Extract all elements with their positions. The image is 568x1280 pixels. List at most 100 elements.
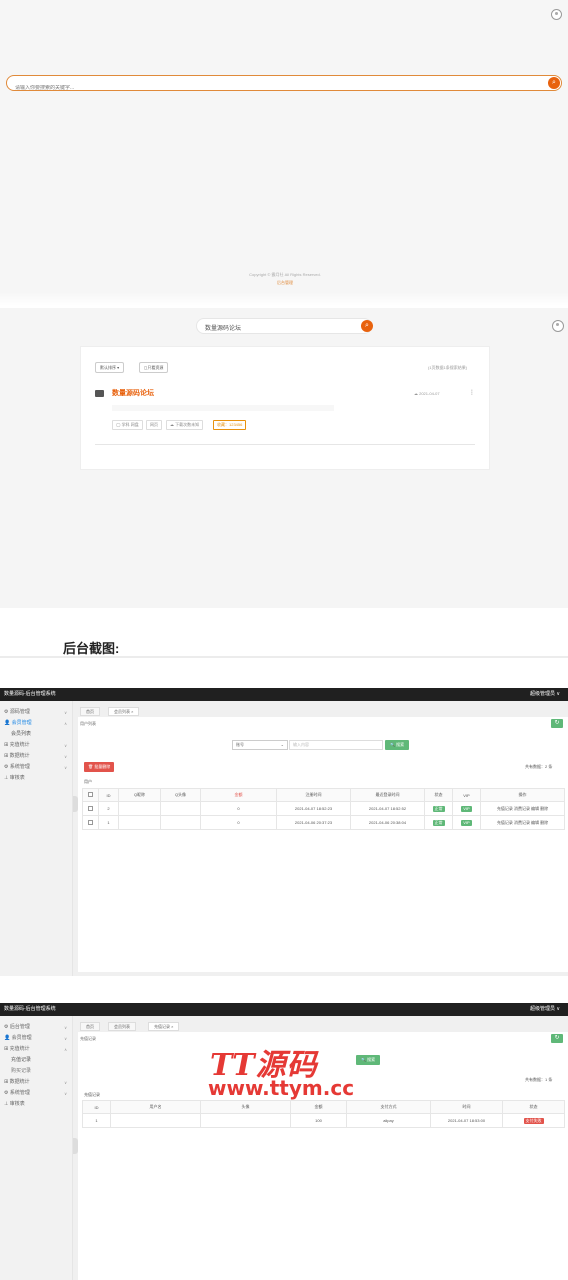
row-checkbox[interactable] bbox=[82, 815, 99, 830]
user-menu[interactable]: 超级管理员 ∨ bbox=[530, 1003, 560, 1016]
search-button[interactable]: 🔍 搜索 bbox=[356, 1055, 381, 1065]
cell-status: 支付失败 bbox=[502, 1113, 565, 1128]
search-button[interactable]: 🔍 搜索 bbox=[385, 740, 410, 750]
cell-avatar bbox=[160, 801, 201, 816]
table-header: ID Q昵称 Q头像 金额 注册时间 最近登录时间 状态 VIP 操作 bbox=[82, 788, 565, 802]
batch-delete-button[interactable]: 🗑 批量删除 bbox=[84, 762, 115, 772]
cell-ops[interactable]: 充值记录 消费记录 编辑 删除 bbox=[480, 815, 565, 830]
col-avatar: Q头像 bbox=[160, 788, 201, 802]
user-avatar-icon[interactable] bbox=[551, 9, 562, 20]
nav-recharge-records[interactable]: 充值记录 bbox=[0, 1055, 72, 1066]
total-count: 共有数据：2 条 bbox=[525, 764, 553, 769]
admin-sidebar: ⚙ 源码管理 ∨ 👤 会员管理 ∧ 会员列表 ⊞ 充值统计 ∨ ⊞ 数据统计 ∨ ⚙ 系… bbox=[0, 701, 73, 976]
nav-data-stats[interactable]: ⊞ 数据统计 ∨ bbox=[0, 751, 72, 762]
member-search-input[interactable]: 输入内容 bbox=[289, 740, 383, 750]
admin-title: 数量源码-后台管理系统 bbox=[4, 1006, 56, 1012]
tab-recharge-records[interactable]: 充值记录 × bbox=[148, 1022, 180, 1031]
table-row: 1 100 alipay 2021-04-07 18:53:00 支付失败 bbox=[82, 1113, 565, 1128]
table-header: ID 用户名 头像 金额 支付方式 时间 状态 bbox=[82, 1100, 565, 1114]
copyright-text: Copyright © 霸月社 All Rights Reserved. bbox=[249, 272, 321, 277]
cell-nick bbox=[118, 801, 161, 816]
results-search-bar[interactable]: 数量源码论坛 bbox=[196, 318, 372, 334]
nav-system-manage[interactable]: ⚙ 系统管理 ∨ bbox=[0, 762, 72, 773]
cell-time: 2021-04-07 18:53:00 bbox=[430, 1113, 503, 1128]
search-icon[interactable]: ⌕ bbox=[361, 320, 373, 332]
refresh-icon[interactable]: ↻ bbox=[551, 1034, 563, 1043]
tab-home[interactable]: 首页 bbox=[80, 707, 100, 716]
folder-icon bbox=[95, 390, 104, 397]
search-field-select[interactable]: 账号 ⌄ bbox=[232, 740, 288, 750]
admin-sidebar: ⚙ 后台管理 ∨ 👤 会员管理 ∨ ⊞ 充值统计 ∧ 充值记录 购买记录 ⊞ 数据统计… bbox=[0, 1016, 73, 1280]
nav-audit[interactable]: ⊥ 审核表 bbox=[0, 773, 72, 784]
admin-topbar: 数量源码-后台管理系统 超级管理员 ∨ bbox=[0, 688, 568, 701]
more-icon[interactable]: ⋮ bbox=[469, 389, 475, 396]
nav-member-list[interactable]: 会员列表 bbox=[0, 729, 72, 740]
nav-purchase-records[interactable]: 购买记录 bbox=[0, 1066, 72, 1077]
status-badge: 支付失败 bbox=[523, 1117, 544, 1124]
col-id: ID bbox=[82, 1100, 111, 1114]
result-title[interactable]: 数量源码论坛 bbox=[112, 388, 154, 398]
admin-content bbox=[78, 717, 568, 972]
homepage-section bbox=[0, 0, 568, 300]
table-row: 1 0 2021-04-06 20:37:23 2021-04-06 20:38… bbox=[82, 815, 565, 830]
col-status: 状态 bbox=[424, 788, 453, 802]
cell-avatar bbox=[160, 815, 201, 830]
col-avatar: 头像 bbox=[200, 1100, 291, 1114]
results-search-value[interactable]: 数量源码论坛 bbox=[205, 323, 241, 332]
tag-downloads: ☁ 下载次数未知 bbox=[166, 420, 204, 430]
user-avatar-icon[interactable] bbox=[552, 320, 564, 332]
status-badge: 正常 bbox=[432, 819, 445, 826]
cell-ops[interactable]: 充值记录 消费记录 编辑 删除 bbox=[480, 801, 565, 816]
table-section-label: 充值记录 bbox=[84, 1092, 100, 1097]
user-menu[interactable]: 超级管理员 ∨ bbox=[530, 688, 560, 701]
cell-reg-time: 2021-04-06 20:37:23 bbox=[276, 815, 351, 830]
cell-money: 0 bbox=[200, 801, 277, 816]
card-divider bbox=[95, 444, 475, 445]
nav-member-manage[interactable]: 👤 会员管理 ∧ bbox=[0, 718, 72, 729]
table-row: 2 0 2021-04-07 18:52:23 2021-04-07 18:52… bbox=[82, 801, 565, 816]
nav-data-stats[interactable]: ⊞ 数据统计 ∨ bbox=[0, 1077, 72, 1088]
cell-id: 1 bbox=[82, 1113, 111, 1128]
nav-member-manage[interactable]: 👤 会员管理 ∨ bbox=[0, 1033, 72, 1044]
cell-method: alipay bbox=[346, 1113, 431, 1128]
col-time: 时间 bbox=[430, 1100, 503, 1114]
cell-login-time: 2021-04-07 18:52:52 bbox=[350, 801, 425, 816]
nav-backend-manage[interactable]: ⚙ 后台管理 ∨ bbox=[0, 1022, 72, 1033]
resource-only-toggle[interactable]: ◻只看资源 bbox=[139, 362, 169, 373]
cell-status: 正常 bbox=[424, 815, 453, 830]
tab-home[interactable]: 首页 bbox=[80, 1022, 100, 1031]
refresh-icon[interactable]: ↻ bbox=[551, 719, 563, 728]
col-ops: 操作 bbox=[480, 788, 565, 802]
admin-link[interactable]: 后台管理 bbox=[200, 280, 370, 286]
table-section-label: 用户 bbox=[84, 779, 92, 784]
cell-status: 正常 bbox=[424, 801, 453, 816]
vip-badge: VIP bbox=[461, 819, 472, 826]
cell-avatar bbox=[200, 1113, 291, 1128]
select-all-checkbox[interactable] bbox=[82, 788, 99, 802]
vip-badge: VIP bbox=[461, 805, 472, 812]
breadcrumb: 用户列表 bbox=[80, 721, 96, 726]
tab-member-list[interactable]: 会员列表 × bbox=[108, 707, 140, 716]
cell-vip: VIP bbox=[452, 801, 481, 816]
nav-recharge-stats[interactable]: ⊞ 充值统计 ∨ bbox=[0, 740, 72, 751]
col-login-time: 最近登录时间 bbox=[350, 788, 425, 802]
cell-id: 1 bbox=[98, 815, 119, 830]
member-table: ID Q昵称 Q头像 金额 注册时间 最近登录时间 状态 VIP 操作 2 0 … bbox=[82, 788, 565, 830]
nav-audit[interactable]: ⊥ 审核表 bbox=[0, 1099, 72, 1110]
nav-system-manage[interactable]: ⚙ 系统管理 ∨ bbox=[0, 1088, 72, 1099]
cell-user bbox=[110, 1113, 201, 1128]
admin-topbar: 数量源码-后台管理系统 超级管理员 ∨ bbox=[0, 1003, 568, 1016]
tab-member-list[interactable]: 会员列表 bbox=[108, 1022, 136, 1031]
nav-recharge-stats[interactable]: ⊞ 充值统计 ∧ bbox=[0, 1044, 72, 1055]
search-icon[interactable]: ⌕ bbox=[548, 77, 560, 89]
sort-dropdown[interactable]: 默认排序 ▾ bbox=[95, 362, 125, 373]
row-checkbox[interactable] bbox=[82, 801, 99, 816]
home-search-input[interactable] bbox=[15, 85, 515, 91]
nav-source-manage[interactable]: ⚙ 源码管理 ∨ bbox=[0, 707, 72, 718]
col-nick: Q昵称 bbox=[118, 788, 161, 802]
admin-content bbox=[78, 1032, 568, 1280]
cell-reg-time: 2021-04-07 18:52:23 bbox=[276, 801, 351, 816]
section-heading: 后台截图: bbox=[63, 641, 120, 656]
col-status: 状态 bbox=[502, 1100, 565, 1114]
home-search-bar[interactable] bbox=[6, 75, 562, 91]
